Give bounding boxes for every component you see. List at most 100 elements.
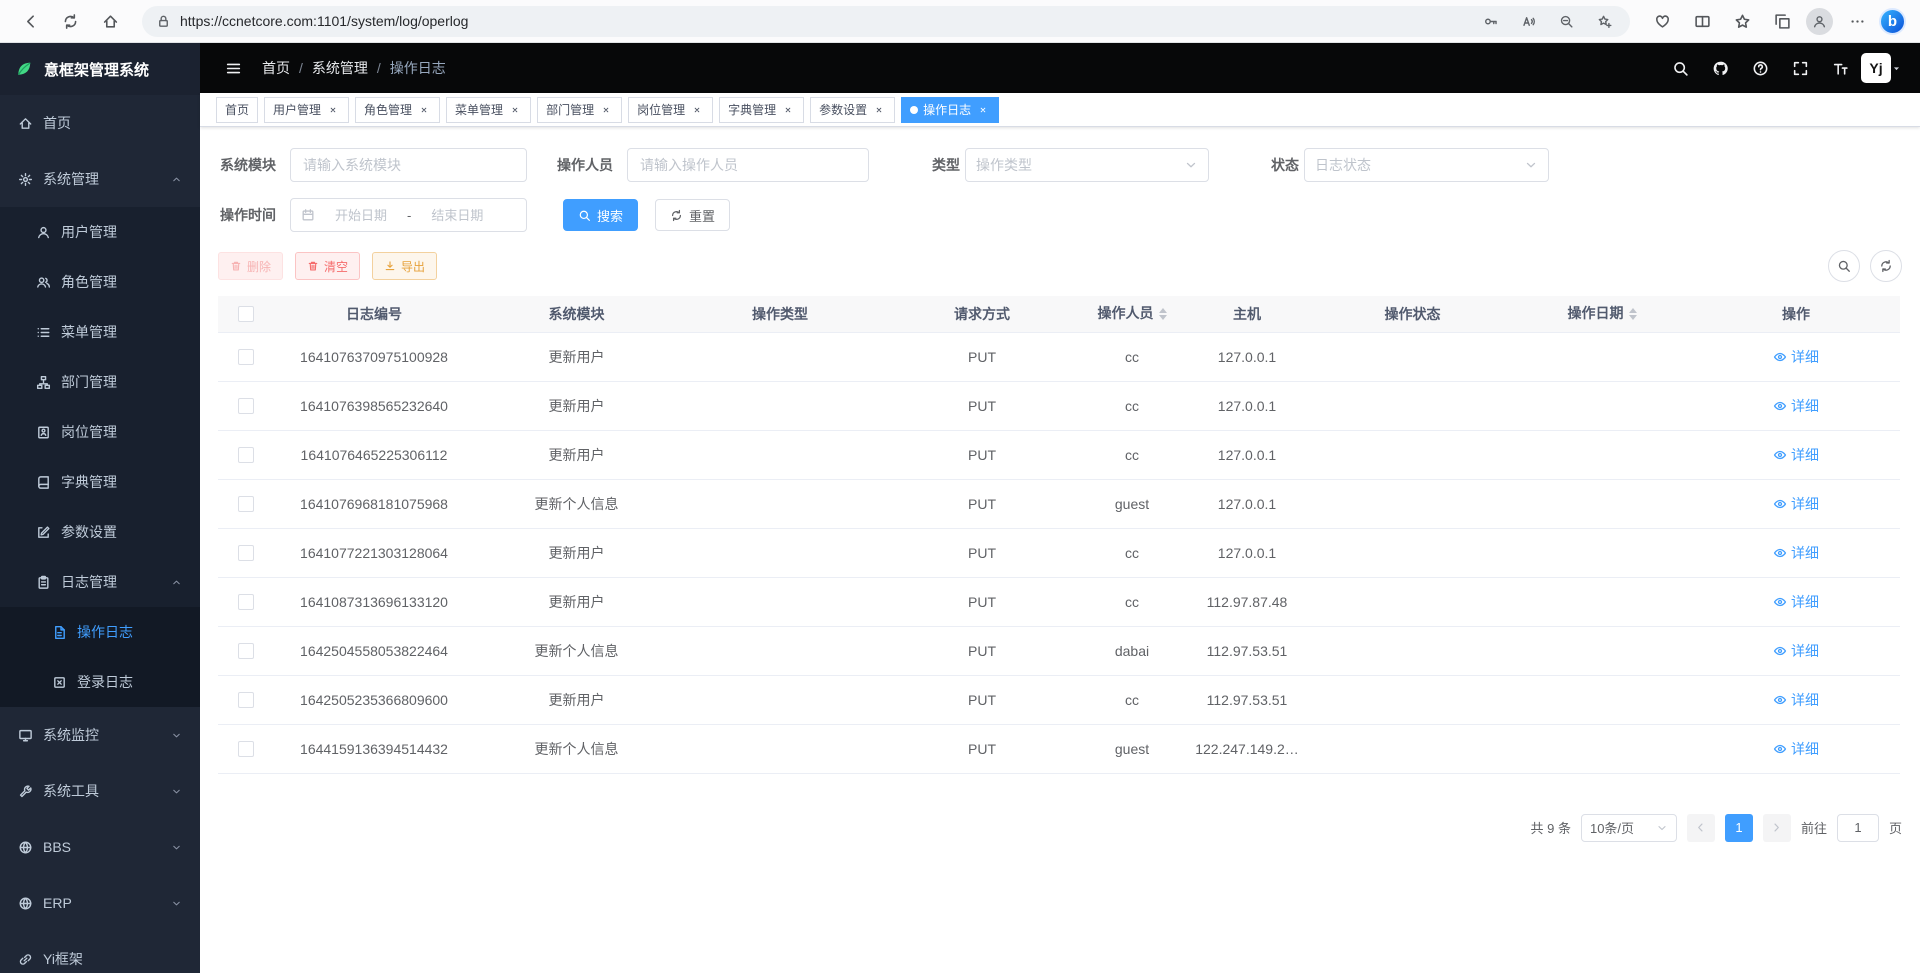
sidebar-item-岗位管理[interactable]: 岗位管理	[0, 407, 200, 457]
sidebar-toggle-button[interactable]	[218, 53, 248, 83]
row-checkbox[interactable]	[238, 643, 254, 659]
next-page-button[interactable]	[1763, 814, 1791, 842]
back-button[interactable]	[14, 5, 46, 37]
tab-角色管理[interactable]: 角色管理	[355, 97, 440, 123]
bing-discover-button[interactable]: b	[1879, 8, 1906, 35]
more-button[interactable]	[1841, 5, 1873, 37]
sidebar-item-角色管理[interactable]: 角色管理	[0, 257, 200, 307]
tab-岗位管理[interactable]: 岗位管理	[628, 97, 713, 123]
row-checkbox[interactable]	[238, 447, 254, 463]
sort-carets[interactable]	[1629, 304, 1637, 324]
close-icon[interactable]	[326, 103, 340, 117]
tab-字典管理[interactable]: 字典管理	[719, 97, 804, 123]
sidebar-item-登录日志[interactable]: 登录日志	[0, 657, 200, 707]
browser-essentials-button[interactable]	[1646, 5, 1678, 37]
export-button[interactable]: 导出	[372, 252, 437, 280]
tab-用户管理[interactable]: 用户管理	[264, 97, 349, 123]
search-button[interactable]: 搜索	[563, 199, 638, 231]
page-number-button[interactable]: 1	[1725, 814, 1753, 842]
date-range-picker[interactable]: -	[290, 198, 527, 232]
row-checkbox[interactable]	[238, 496, 254, 512]
favorites-button[interactable]	[1726, 5, 1758, 37]
detail-link[interactable]: 详细	[1773, 543, 1819, 563]
detail-link[interactable]: 详细	[1773, 445, 1819, 465]
fullscreen-button[interactable]	[1785, 53, 1815, 83]
table-search-toggle-button[interactable]	[1828, 250, 1860, 282]
close-icon[interactable]	[690, 103, 704, 117]
tab-参数设置[interactable]: 参数设置	[810, 97, 895, 123]
sidebar-item-菜单管理[interactable]: 菜单管理	[0, 307, 200, 357]
detail-link[interactable]: 详细	[1773, 739, 1819, 759]
detail-link[interactable]: 详细	[1773, 494, 1819, 514]
close-icon[interactable]	[872, 103, 886, 117]
zoom-out-button[interactable]	[1554, 9, 1578, 33]
table-refresh-button[interactable]	[1870, 250, 1902, 282]
module-input[interactable]	[290, 148, 527, 182]
app-logo[interactable]: 意框架管理系统	[0, 43, 200, 95]
close-icon[interactable]	[417, 103, 431, 117]
favorite-add-button[interactable]	[1592, 9, 1616, 33]
sidebar-item-Yi框架[interactable]: Yi框架	[0, 931, 200, 973]
row-checkbox[interactable]	[238, 398, 254, 414]
detail-link[interactable]: 详细	[1773, 690, 1819, 710]
font-size-button[interactable]	[1825, 53, 1855, 83]
caret-down-icon[interactable]	[1891, 63, 1902, 74]
sidebar-item-BBS[interactable]: BBS	[0, 819, 200, 875]
sidebar-item-ERP[interactable]: ERP	[0, 875, 200, 931]
sort-carets[interactable]	[1159, 304, 1167, 324]
operator-input[interactable]	[627, 148, 869, 182]
sidebar-item-首页[interactable]: 首页	[0, 95, 200, 151]
sidebar-item-部门管理[interactable]: 部门管理	[0, 357, 200, 407]
home-button[interactable]	[94, 5, 126, 37]
close-icon[interactable]	[976, 103, 990, 117]
clear-button[interactable]: 清空	[295, 252, 360, 280]
tab-菜单管理[interactable]: 菜单管理	[446, 97, 531, 123]
goto-page-input[interactable]	[1837, 814, 1879, 842]
breadcrumb-item[interactable]: 首页	[262, 58, 290, 78]
detail-link[interactable]: 详细	[1773, 641, 1819, 661]
detail-link[interactable]: 详细	[1773, 396, 1819, 416]
split-screen-button[interactable]	[1686, 5, 1718, 37]
key-button[interactable]	[1478, 9, 1502, 33]
close-icon[interactable]	[781, 103, 795, 117]
profile-button[interactable]	[1806, 8, 1833, 35]
reset-button[interactable]: 重置	[655, 199, 730, 231]
search-button[interactable]	[1665, 53, 1695, 83]
sidebar-item-用户管理[interactable]: 用户管理	[0, 207, 200, 257]
sidebar-item-操作日志[interactable]: 操作日志	[0, 607, 200, 657]
close-icon[interactable]	[508, 103, 522, 117]
refresh-button[interactable]	[54, 5, 86, 37]
sidebar-item-日志管理[interactable]: 日志管理	[0, 557, 200, 607]
detail-link[interactable]: 详细	[1773, 347, 1819, 367]
detail-link[interactable]: 详细	[1773, 592, 1819, 612]
row-checkbox[interactable]	[238, 741, 254, 757]
close-icon[interactable]	[599, 103, 613, 117]
tab-操作日志[interactable]: 操作日志	[901, 97, 999, 123]
help-button[interactable]	[1745, 53, 1775, 83]
tab-部门管理[interactable]: 部门管理	[537, 97, 622, 123]
select-all-checkbox[interactable]	[238, 306, 254, 322]
sidebar-item-系统监控[interactable]: 系统监控	[0, 707, 200, 763]
sidebar-item-参数设置[interactable]: 参数设置	[0, 507, 200, 557]
collections-button[interactable]	[1766, 5, 1798, 37]
row-checkbox[interactable]	[238, 349, 254, 365]
sidebar-item-系统管理[interactable]: 系统管理	[0, 151, 200, 207]
row-checkbox[interactable]	[238, 594, 254, 610]
sidebar-item-字典管理[interactable]: 字典管理	[0, 457, 200, 507]
delete-button[interactable]: 删除	[218, 252, 283, 280]
start-date-input[interactable]	[321, 208, 401, 223]
page-size-select[interactable]: 10条/页	[1581, 814, 1677, 842]
read-aloud-button[interactable]	[1516, 9, 1540, 33]
sidebar-item-系统工具[interactable]: 系统工具	[0, 763, 200, 819]
row-checkbox[interactable]	[238, 545, 254, 561]
row-checkbox[interactable]	[238, 692, 254, 708]
end-date-input[interactable]	[417, 208, 497, 223]
status-select[interactable]: 日志状态	[1304, 148, 1549, 182]
prev-page-button[interactable]	[1687, 814, 1715, 842]
breadcrumb-item[interactable]: 系统管理	[312, 58, 368, 78]
type-select[interactable]: 操作类型	[965, 148, 1209, 182]
user-avatar[interactable]: Yj	[1861, 53, 1891, 83]
address-bar[interactable]: https://ccnetcore.com:1101/system/log/op…	[142, 6, 1630, 37]
tab-首页[interactable]: 首页	[216, 97, 258, 123]
github-button[interactable]	[1705, 53, 1735, 83]
